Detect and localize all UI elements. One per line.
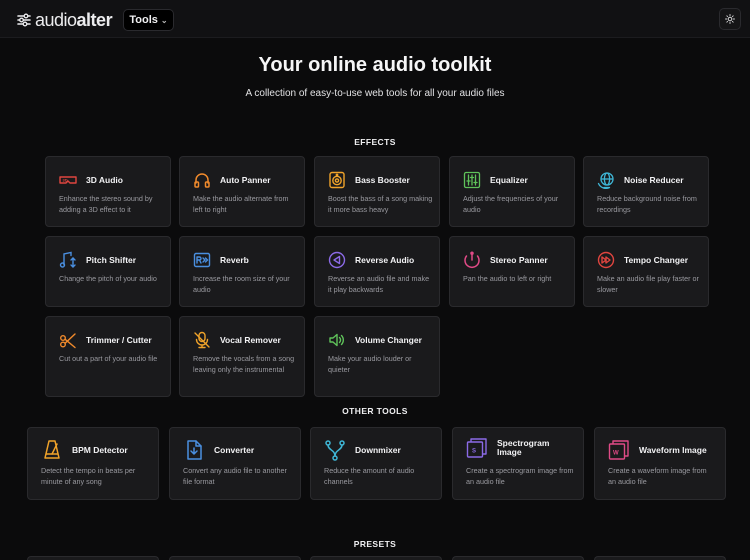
tool-name: Converter <box>214 444 255 455</box>
file-convert-icon <box>187 440 202 460</box>
tool-card-waveform-image[interactable]: W Waveform Image Create a waveform image… <box>594 427 726 500</box>
preset-card[interactable] <box>27 556 159 560</box>
metronome-icon <box>44 440 60 459</box>
section-title-presets: PRESETS <box>353 539 397 549</box>
3d-glasses-icon: 3D <box>59 176 77 184</box>
tools-menu-button[interactable]: Tools ⌄ <box>123 9 174 31</box>
tool-card-converter[interactable]: Converter Convert any audio file to anot… <box>169 427 301 500</box>
preset-card[interactable] <box>310 556 442 560</box>
tool-card-3d-audio[interactable]: 3D 3D Audio Enhance the stereo sound by … <box>45 156 171 227</box>
tool-card-equalizer[interactable]: Equalizer Adjust the frequencies of your… <box>449 156 575 227</box>
tool-description: Detect the tempo in beats per minute of … <box>41 466 136 486</box>
tool-name: Equalizer <box>490 174 528 185</box>
logo-wordmark: audioalter <box>35 9 113 30</box>
tool-card-auto-panner[interactable]: Auto Panner Make the audio alternate fro… <box>179 156 305 227</box>
music-note-icon <box>59 251 76 268</box>
tool-card-noise-reducer[interactable]: Noise Reducer Reduce background noise fr… <box>583 156 709 227</box>
microphone-icon <box>194 331 210 349</box>
tool-description: Enhance the stereo sound by adding a 3D … <box>59 194 153 214</box>
pan-dial-icon <box>464 251 480 269</box>
tool-card-volume-changer[interactable]: Volume Changer Make your audio louder or… <box>314 316 440 397</box>
logo-mark-icon <box>17 13 31 27</box>
tool-name: Auto Panner <box>220 174 271 185</box>
fast-forward-icon <box>597 251 615 269</box>
globe-icon <box>597 172 614 189</box>
preset-card[interactable] <box>169 556 301 560</box>
speaker-icon <box>329 171 345 189</box>
scissors-icon <box>60 333 76 349</box>
tool-name: BPM Detector <box>72 444 128 455</box>
tool-name: Tempo Changer <box>624 254 689 265</box>
tool-description: Make the audio alternate from left to ri… <box>193 194 289 214</box>
tool-card-bass-booster[interactable]: Bass Booster Boost the bass of a song ma… <box>314 156 440 227</box>
tool-description: Adjust the frequencies of your audio <box>463 194 559 214</box>
sliders-icon <box>463 171 481 189</box>
tool-card-pitch-shifter[interactable]: Pitch Shifter Change the pitch of your a… <box>45 236 171 307</box>
tool-name: Waveform Image <box>639 444 707 455</box>
page-subtitle: A collection of easy-to-use web tools fo… <box>245 88 505 99</box>
tool-card-bpm-detector[interactable]: BPM Detector Detect the tempo in beats p… <box>27 427 159 500</box>
downmix-icon <box>325 440 345 461</box>
tool-name: Reverse Audio <box>355 254 415 265</box>
spectrogram-icon: S <box>466 438 487 458</box>
logo[interactable]: audioalter <box>17 9 113 31</box>
tool-description: Make an audio file play faster or slower <box>597 274 699 294</box>
tool-description: Reduce the amount of audio channels <box>324 466 415 486</box>
tool-description: Change the pitch of your audio <box>59 274 157 283</box>
tool-name: Stereo Panner <box>490 254 548 265</box>
chevron-down-icon: ⌄ <box>160 15 168 25</box>
tool-name: Trimmer / Cutter <box>86 334 152 345</box>
tool-name: Downmixer <box>355 444 401 455</box>
tool-description: Convert any audio file to another file f… <box>183 466 287 486</box>
tool-card-stereo-panner[interactable]: Stereo Panner Pan the audio to left or r… <box>449 236 575 307</box>
waveform-icon: W <box>608 440 629 460</box>
tool-name: Vocal Remover <box>220 334 281 345</box>
reverse-icon <box>328 251 346 269</box>
tool-name: Reverb <box>220 254 249 265</box>
section-title-effects: EFFECTS <box>354 137 396 147</box>
reverb-icon <box>193 252 211 268</box>
tool-card-downmixer[interactable]: Downmixer Reduce the amount of audio cha… <box>310 427 442 500</box>
tool-name: Spectrogram Image <box>497 438 550 457</box>
tool-name: Noise Reducer <box>624 174 684 185</box>
tool-card-tempo-changer[interactable]: Tempo Changer Make an audio file play fa… <box>583 236 709 307</box>
preset-card[interactable] <box>594 556 726 560</box>
tool-description: Create a spectrogram image from an audio… <box>466 466 574 486</box>
tools-menu-label: Tools <box>129 14 158 26</box>
tool-name: Volume Changer <box>355 334 422 345</box>
tool-name: Bass Booster <box>355 174 410 185</box>
tool-name: Pitch Shifter <box>86 254 137 265</box>
theme-toggle-button[interactable] <box>719 8 741 30</box>
sun-icon <box>725 14 735 24</box>
tool-description: Increase the room size of your audio <box>193 274 290 294</box>
tool-description: Boost the bass of a song making it more … <box>328 194 433 214</box>
tool-description: Pan the audio to left or right <box>463 274 552 283</box>
tool-card-reverse-audio[interactable]: Reverse Audio Reverse an audio file and … <box>314 236 440 307</box>
tool-name: 3D Audio <box>86 174 123 185</box>
tool-description: Make your audio louder or quieter <box>328 354 412 374</box>
tool-description: Cut out a part of your audio file <box>59 354 158 363</box>
tool-card-vocal-remover[interactable]: Vocal Remover Remove the vocals from a s… <box>179 316 305 397</box>
tool-card-trimmer-cutter[interactable]: Trimmer / Cutter Cut out a part of your … <box>45 316 171 397</box>
volume-icon <box>329 333 344 347</box>
tool-description: Reverse an audio file and make it play b… <box>328 274 430 294</box>
top-navbar: audioalter Tools ⌄ <box>0 0 750 38</box>
tool-description: Create a waveform image from an audio fi… <box>608 466 707 486</box>
tool-description: Remove the vocals from a song leaving on… <box>193 354 295 374</box>
section-title-other-tools: OTHER TOOLS <box>342 406 408 416</box>
tool-description: Reduce background noise from recordings <box>597 194 697 214</box>
page-title: Your online audio toolkit <box>258 54 492 76</box>
preset-card[interactable] <box>452 556 584 560</box>
tool-card-reverb[interactable]: Reverb Increase the room size of your au… <box>179 236 305 307</box>
svg-text:W: W <box>613 451 619 457</box>
svg-text:3D: 3D <box>63 177 68 182</box>
headphones-icon <box>194 173 210 188</box>
tool-card-spectrogram-image[interactable]: S Spectrogram Image Create a spectrogram… <box>452 427 584 500</box>
svg-text:S: S <box>472 449 476 455</box>
